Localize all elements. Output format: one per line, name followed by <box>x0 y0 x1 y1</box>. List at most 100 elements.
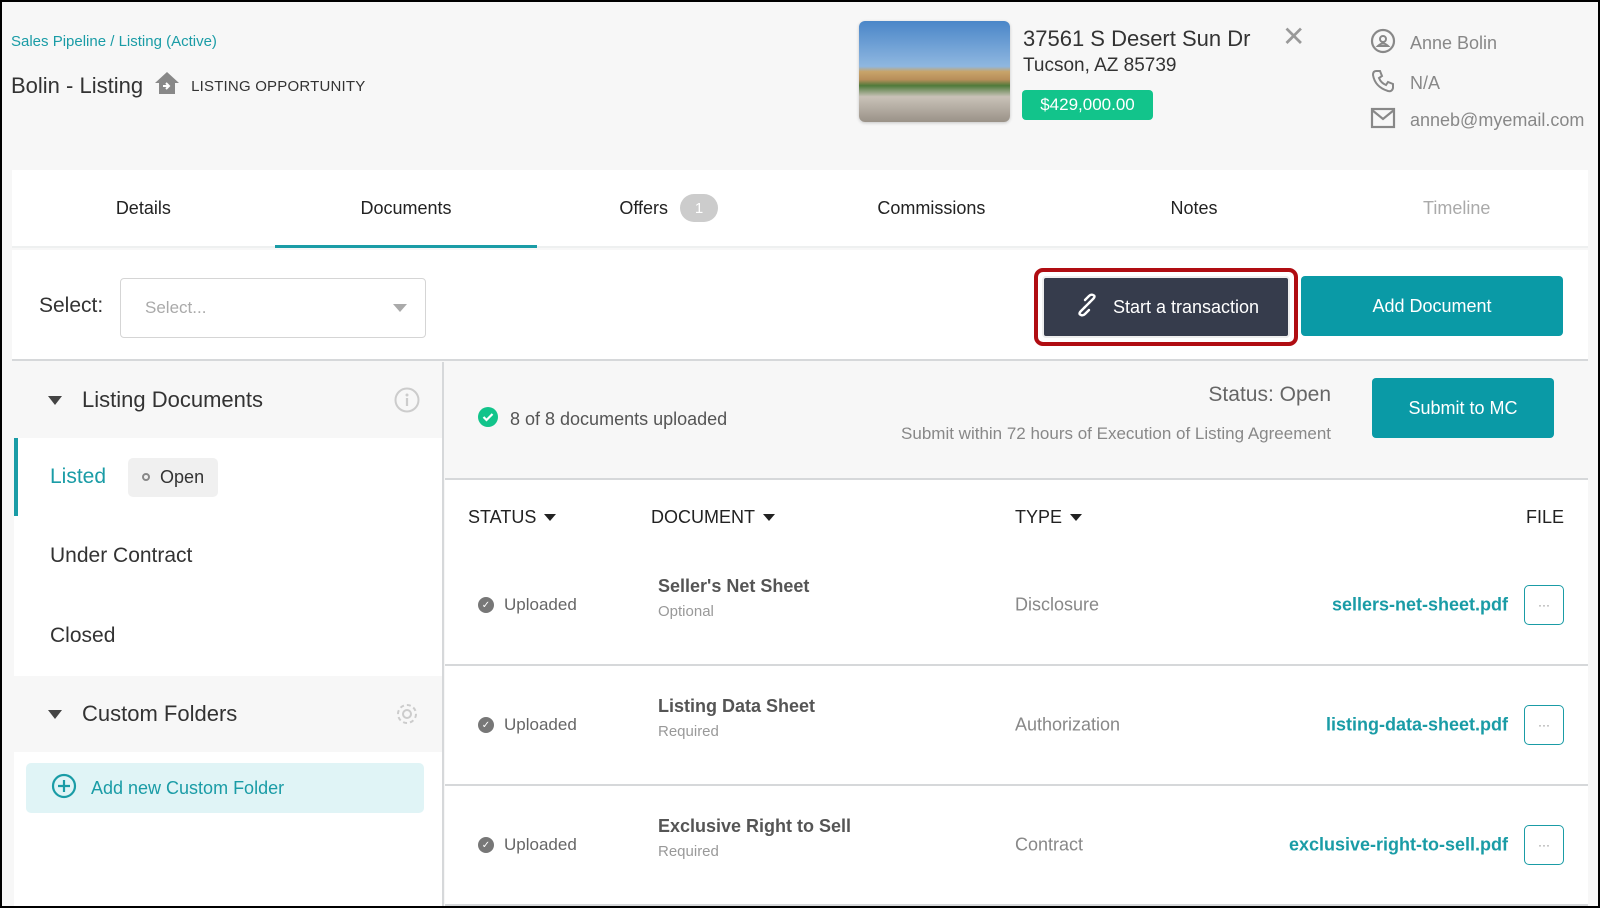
info-icon[interactable] <box>394 387 420 419</box>
requirement-label: Required <box>658 723 719 740</box>
section-title: Listing Documents <box>82 387 263 412</box>
status-cell: ✓ Uploaded <box>478 595 577 615</box>
caret-down-icon <box>763 514 775 521</box>
deadline-text: Submit within 72 hours of Execution of L… <box>901 424 1331 443</box>
tab-timeline[interactable]: Timeline <box>1325 170 1588 246</box>
check-circle-icon <box>478 407 498 432</box>
column-header-file: FILE <box>1526 507 1564 528</box>
status-cell: ✓ Uploaded <box>478 835 577 855</box>
sidebar-item-closed[interactable]: Closed <box>14 597 442 675</box>
contact-email[interactable]: anneb@myemail.com <box>1410 110 1584 131</box>
more-options-button[interactable]: ··· <box>1524 705 1564 745</box>
plus-circle-icon <box>51 773 77 804</box>
caret-down-icon <box>544 514 557 521</box>
custom-folders-header[interactable]: Custom Folders <box>14 676 442 752</box>
documents-toolbar: Select: Select... Start a transaction Ad… <box>12 250 1588 361</box>
tab-label: Details <box>115 197 171 218</box>
check-circle-icon: ✓ <box>478 597 494 613</box>
listing-type-label: LISTING OPPORTUNITY <box>191 77 366 95</box>
tab-commissions[interactable]: Commissions <box>800 170 1063 246</box>
document-name: Exclusive Right to Sell <box>658 816 852 836</box>
status-badge: Open <box>128 457 219 497</box>
status-text: Status: Open <box>1208 383 1331 406</box>
contact-phone-row: N/A <box>1370 68 1440 99</box>
header-label: TYPE <box>1015 507 1063 527</box>
upload-summary: 8 of 8 documents uploaded <box>478 407 727 432</box>
file-link[interactable]: sellers-net-sheet.pdf <box>1332 595 1508 616</box>
start-transaction-label: Start a transaction <box>1112 296 1260 317</box>
document-select-dropdown[interactable]: Select... <box>120 278 426 338</box>
caret-down-icon <box>48 395 62 405</box>
listing-documents-header[interactable]: Listing Documents <box>14 362 442 438</box>
table-row: ✓ Uploaded Exclusive Right to Sell Requir… <box>445 786 1588 906</box>
check-circle-icon: ✓ <box>478 837 494 853</box>
sidebar-item-label: Under Contract <box>50 544 193 567</box>
tab-label: Documents <box>360 197 452 218</box>
contact-name: Anne Bolin <box>1410 33 1498 53</box>
gear-icon[interactable] <box>394 701 420 733</box>
tab-documents[interactable]: Documents <box>274 170 538 248</box>
sidebar-item-under-contract[interactable]: Under Contract <box>14 517 442 595</box>
select-placeholder: Select... <box>145 298 207 317</box>
document-type: Authorization <box>1015 714 1121 735</box>
page-title: Bolin - Listing LISTING OPPORTUNITY <box>11 69 365 103</box>
requirement-label: Optional <box>658 603 714 620</box>
caret-down-icon <box>1070 514 1083 521</box>
contact-name-row: Anne Bolin <box>1370 28 1497 59</box>
status-label: Uploaded <box>504 835 577 854</box>
document-folders-sidebar: Listing Documents Listed Open Under Cont… <box>14 362 444 906</box>
status-dot-icon <box>142 473 151 481</box>
tab-notes[interactable]: Notes <box>1063 170 1326 246</box>
property-city: Tucson, AZ 85739 <box>1023 55 1177 76</box>
header-label: DOCUMENT <box>651 507 755 527</box>
tab-offers[interactable]: Offers 1 <box>537 170 800 246</box>
select-label: Select: <box>39 294 104 317</box>
user-circle-icon <box>1370 28 1396 59</box>
document-type: Contract <box>1015 834 1084 855</box>
app-window: Sales Pipeline / Listing (Active) Bolin … <box>2 2 1598 906</box>
tab-bar: Details Documents Offers 1 Commissions No… <box>12 170 1588 248</box>
status-panel: 8 of 8 documents uploaded Status: Open S… <box>445 362 1588 480</box>
column-header-type[interactable]: TYPE <box>1015 507 1083 528</box>
documents-panel: 8 of 8 documents uploaded Status: Open S… <box>445 362 1588 906</box>
status-text: Open <box>160 466 205 487</box>
caret-down-icon <box>48 709 62 719</box>
add-custom-folder-button[interactable]: Add new Custom Folder <box>26 763 424 813</box>
more-options-button[interactable]: ··· <box>1524 585 1564 625</box>
tab-label: Timeline <box>1423 197 1491 218</box>
column-header-document[interactable]: DOCUMENT <box>651 507 775 528</box>
file-link[interactable]: exclusive-right-to-sell.pdf <box>1289 835 1508 856</box>
start-transaction-button[interactable]: Start a transaction <box>1042 276 1290 338</box>
property-photo <box>859 21 1010 122</box>
submit-to-mc-button[interactable]: Submit to MC <box>1372 378 1554 438</box>
header-label: FILE <box>1525 507 1564 527</box>
house-arrow-icon <box>153 69 181 103</box>
phone-icon <box>1370 68 1396 99</box>
more-options-button[interactable]: ··· <box>1524 825 1564 865</box>
section-title: Custom Folders <box>82 701 238 726</box>
requirement-label: Required <box>658 843 719 860</box>
document-type: Disclosure <box>1015 594 1100 615</box>
upload-summary-text: 8 of 8 documents uploaded <box>510 409 728 429</box>
table-row: ✓ Uploaded Seller's Net Sheet Optional Di… <box>445 546 1588 666</box>
breadcrumb[interactable]: Sales Pipeline / Listing (Active) <box>11 33 217 50</box>
sidebar-item-label: Listed <box>50 465 107 488</box>
close-icon[interactable]: ✕ <box>1282 20 1305 53</box>
add-document-button[interactable]: Add Document <box>1301 276 1563 336</box>
file-link[interactable]: listing-data-sheet.pdf <box>1326 715 1508 736</box>
column-header-status[interactable]: STATUS <box>468 507 557 528</box>
tab-details[interactable]: Details <box>12 170 275 246</box>
sidebar-item-listed[interactable]: Listed Open <box>14 438 442 516</box>
table-row: ✓ Uploaded Listing Data Sheet Required Au… <box>445 666 1588 786</box>
status-label: Uploaded <box>504 715 577 734</box>
title-text: Bolin - Listing <box>11 73 144 98</box>
tab-label: Commissions <box>877 197 986 218</box>
status-cell: ✓ Uploaded <box>478 715 577 735</box>
status-label: Uploaded <box>504 595 577 614</box>
offers-count-badge: 1 <box>680 194 719 222</box>
contact-phone: N/A <box>1410 73 1441 93</box>
sidebar-item-label: Closed <box>50 624 116 647</box>
price-badge: $429,000.00 <box>1022 90 1153 120</box>
chevron-down-icon <box>393 304 407 312</box>
header-label: STATUS <box>468 507 537 527</box>
